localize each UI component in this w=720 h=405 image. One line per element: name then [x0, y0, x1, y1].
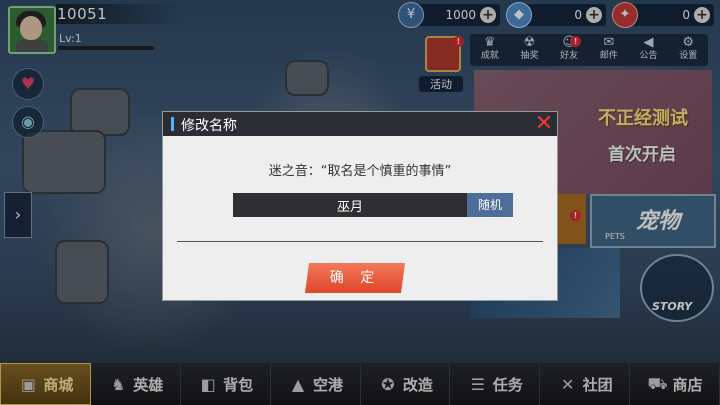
rename-dialog: 修改名称 ✕ 迷之音：“取名是个慎重的事情” 随机 确 定 [162, 111, 558, 301]
confirm-button[interactable]: 确 定 [305, 263, 405, 293]
random-name-button[interactable]: 随机 [467, 193, 513, 217]
dialog-title: 修改名称 [181, 118, 237, 134]
name-input[interactable] [233, 193, 467, 217]
title-accent [171, 117, 174, 131]
dialog-divider [177, 241, 543, 242]
close-icon[interactable]: ✕ [533, 113, 555, 135]
dialog-prompt: 迷之音：“取名是个慎重的事情” [268, 164, 452, 179]
dialog-title-bar: 修改名称 ✕ [163, 112, 557, 136]
